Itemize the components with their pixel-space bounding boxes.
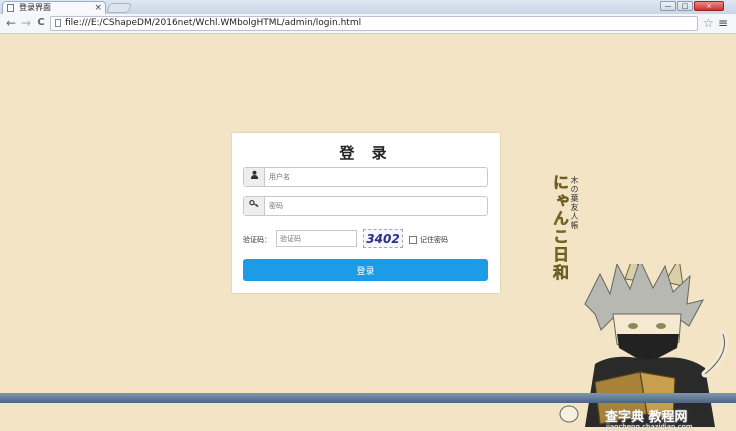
captcha-input[interactable] <box>276 230 357 247</box>
key-icon-glyph <box>249 200 259 208</box>
page-icon <box>7 4 14 12</box>
user-icon-glyph <box>250 170 258 179</box>
maximize-button[interactable]: □ <box>677 1 693 11</box>
menu-icon[interactable]: ≡ <box>718 16 728 30</box>
username-input[interactable] <box>266 169 487 185</box>
browser-tab[interactable]: 登录界面 × <box>2 1 106 14</box>
captcha-label: 验证码： <box>243 236 271 244</box>
tab-close-icon[interactable]: × <box>94 2 102 14</box>
reload-icon[interactable]: C <box>34 16 48 30</box>
login-panel: 登 录 验证码： 3402 记住密码 登录 <box>232 133 500 293</box>
minimize-button[interactable]: — <box>660 1 676 11</box>
os-taskbar <box>0 393 736 403</box>
tab-title: 登录界面 <box>19 3 51 12</box>
remember-checkbox[interactable] <box>409 236 417 244</box>
key-icon <box>244 197 265 215</box>
remember-label: 记住密码 <box>420 236 448 244</box>
captcha-image[interactable]: 3402 <box>363 229 403 248</box>
back-icon[interactable]: ← <box>4 16 18 30</box>
username-field[interactable] <box>243 167 488 187</box>
remember-password[interactable]: 记住密码 <box>409 235 448 245</box>
password-field[interactable] <box>243 196 488 216</box>
address-bar[interactable]: file:///E:/CShapeDM/2016net/Wchl.WMbolgH… <box>50 16 698 31</box>
user-icon <box>244 168 265 186</box>
page-body: 登 录 验证码： 3402 记住密码 登录 <box>0 34 736 431</box>
close-window-button[interactable]: × <box>694 1 724 11</box>
watermark-url: jiaocheng.chazidian.com <box>606 423 693 431</box>
title-bar: 登录界面 × — □ × <box>0 0 736 14</box>
login-title: 登 录 <box>339 144 393 162</box>
file-icon <box>55 19 61 27</box>
forward-icon[interactable]: → <box>19 16 33 30</box>
password-input[interactable] <box>266 198 487 214</box>
address-url: file:///E:/CShapeDM/2016net/Wchl.WMbolgH… <box>65 18 362 28</box>
login-button[interactable]: 登录 <box>243 259 488 281</box>
browser-toolbar: ← → C file:///E:/CShapeDM/2016net/Wchl.W… <box>0 14 736 34</box>
new-tab-button[interactable] <box>106 3 132 13</box>
bookmark-star-icon[interactable]: ☆ <box>703 16 714 30</box>
